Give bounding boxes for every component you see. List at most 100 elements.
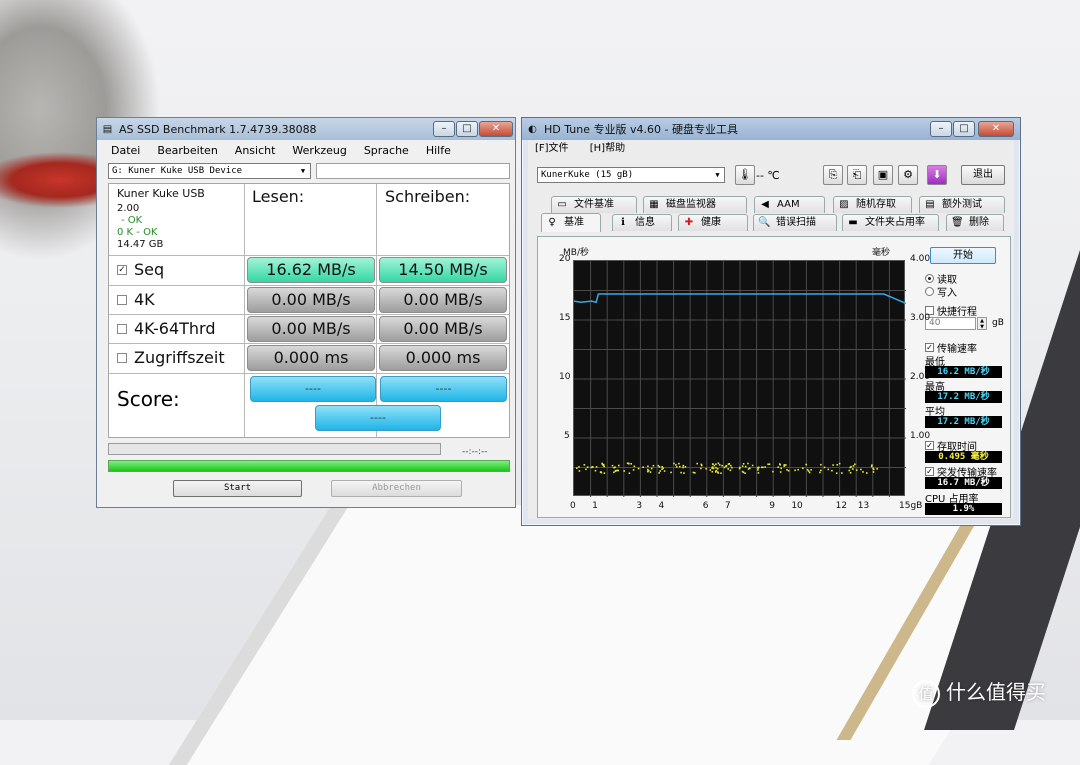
drive-size: 14.47 GB (117, 239, 164, 250)
y-right-tick: 1.00 (910, 431, 931, 441)
temperature-readout: -- ℃ (756, 169, 780, 182)
access-time-point (876, 468, 878, 470)
score-total: ---- (315, 405, 441, 431)
x-tick: 15gB (899, 501, 923, 511)
access-time-point (797, 468, 799, 471)
access-time-point (716, 468, 719, 470)
random-access-icon: ▨ (839, 199, 849, 210)
access-time-point (715, 466, 717, 469)
drive-select[interactable]: KunerKuke (15 gB) ▼ (537, 167, 725, 183)
access-time-point (725, 465, 727, 468)
drive-status-2: 0 K - OK (117, 227, 158, 238)
row-4k-64thrd[interactable]: 4K-64Thrd (117, 319, 216, 338)
drive-select[interactable]: G: Kuner Kuke USB Device ▼ (108, 163, 311, 179)
tab-benchmark[interactable]: ♀ 基准 (541, 213, 601, 232)
access-time-point (838, 462, 841, 465)
close-button[interactable]: ✕ (479, 121, 513, 137)
tab-label: 健康 (701, 217, 721, 228)
radio-write[interactable]: 写入 (925, 284, 957, 299)
row-access-time[interactable]: Zugriffszeit (117, 348, 225, 367)
copy-screenshot-icon[interactable]: ⎗ (847, 165, 867, 185)
maximize-button[interactable]: □ (456, 121, 478, 137)
checkbox-seq[interactable]: ✓ (117, 264, 127, 275)
access-time-point (679, 465, 681, 468)
menu-hilfe[interactable]: Hilfe (426, 144, 451, 157)
short-stroke-unit: gB (992, 318, 1004, 328)
checkbox-4k[interactable] (117, 294, 127, 305)
start-benchmark-button[interactable]: 开始 (930, 247, 996, 264)
copy-info-icon[interactable]: ⎘ (823, 165, 843, 185)
y-right-tick: 3.00 (910, 313, 931, 323)
tab-erase[interactable]: 🗑 删除 (946, 214, 1004, 231)
path-input[interactable] (316, 163, 510, 179)
cancel-button[interactable]: Abbrechen (331, 480, 462, 497)
exit-button[interactable]: 退出 (961, 165, 1005, 185)
magnifier-icon: 🔍 (758, 217, 771, 228)
menu-help[interactable]: [H]帮助 (590, 143, 625, 154)
menu-datei[interactable]: Datei (111, 144, 140, 157)
tab-error-scan[interactable]: 🔍 错误扫描 (753, 214, 837, 231)
download-icon[interactable]: ⬇ (927, 165, 947, 185)
tab-extra-tests[interactable]: ▤ 额外测试 (919, 196, 1005, 213)
row-4k[interactable]: 4K (117, 290, 155, 309)
access-time-point (663, 470, 666, 472)
options-icon[interactable]: ⚙ (898, 165, 918, 185)
menu-ansicht[interactable]: Ansicht (235, 144, 276, 157)
access-time-point (615, 469, 617, 472)
access-time-point (611, 464, 614, 467)
access-time-point (852, 465, 855, 467)
minimize-button[interactable]: – (930, 121, 952, 137)
access-time-point (777, 466, 779, 468)
avg-value: 17.2 MB/秒 (925, 416, 1002, 428)
access-time-point (870, 465, 873, 468)
close-button[interactable]: ✕ (978, 121, 1014, 137)
tab-info[interactable]: ℹ 信息 (612, 214, 672, 231)
access-time-point (729, 469, 732, 472)
read-header: Lesen: (252, 187, 305, 206)
chevron-down-icon: ▼ (715, 171, 720, 179)
tab-random-access[interactable]: ▨ 随机存取 (833, 196, 912, 213)
access-time-point (650, 467, 653, 470)
radio-write-label: 写入 (937, 288, 957, 299)
checkbox-access-time[interactable] (117, 352, 127, 363)
access-time-point (866, 472, 868, 474)
access-time-point (647, 468, 649, 471)
spin-buttons[interactable]: ▲ ▼ (977, 317, 987, 330)
tab-folder-usage[interactable]: ▬ 文件夹占用率 (842, 214, 939, 231)
short-stroke-label: 快捷行程 (937, 307, 977, 318)
access-time-point (616, 469, 619, 472)
menu-file[interactable]: [F]文件 (535, 143, 569, 154)
checkbox-4k-64thrd[interactable] (117, 323, 127, 334)
access-time-point (675, 466, 678, 468)
menu-werkzeug[interactable]: Werkzeug (292, 144, 346, 157)
info-icon: ℹ (621, 217, 625, 228)
tab-aam[interactable]: ◀ AAM (754, 196, 825, 213)
access-time-point (633, 465, 636, 468)
maximize-button[interactable]: □ (953, 121, 975, 137)
tab-file-benchmark[interactable]: ▭ 文件基准 (551, 196, 637, 213)
watermark: 值什么值得买 (912, 676, 1046, 708)
access-time-point (694, 472, 696, 474)
start-button[interactable]: Start (173, 480, 302, 497)
tab-disk-monitor[interactable]: ▦ 磁盘监视器 (643, 196, 747, 213)
access-time-point (747, 468, 750, 470)
benchmark-panel: MB/秒 毫秒 开始 读取 写入 快捷行程 40 ▲ ▼ gB ✓ 传输速率 最低 … (537, 236, 1011, 518)
access-time-point (823, 466, 826, 469)
speaker-icon: ◀ (761, 199, 769, 210)
tab-health[interactable]: ✚ 健康 (678, 214, 748, 231)
minimize-button[interactable]: – (433, 121, 455, 137)
short-stroke-input[interactable]: 40 (925, 317, 976, 330)
access-time-point (613, 471, 615, 474)
short-stroke-checkbox[interactable]: 快捷行程 (925, 303, 977, 318)
row-label: Seq (134, 260, 165, 279)
access-time-point (836, 464, 838, 466)
access-time-point (720, 472, 722, 474)
row-seq[interactable]: ✓ Seq (117, 260, 164, 279)
menu-bearbeiten[interactable]: Bearbeiten (157, 144, 217, 157)
tab-label: 错误扫描 (776, 217, 816, 228)
access-time-point (661, 466, 663, 468)
menu-sprache[interactable]: Sprache (364, 144, 409, 157)
access-time-point (682, 466, 684, 469)
access-time-point (764, 466, 766, 468)
save-icon[interactable]: ▣ (873, 165, 893, 185)
